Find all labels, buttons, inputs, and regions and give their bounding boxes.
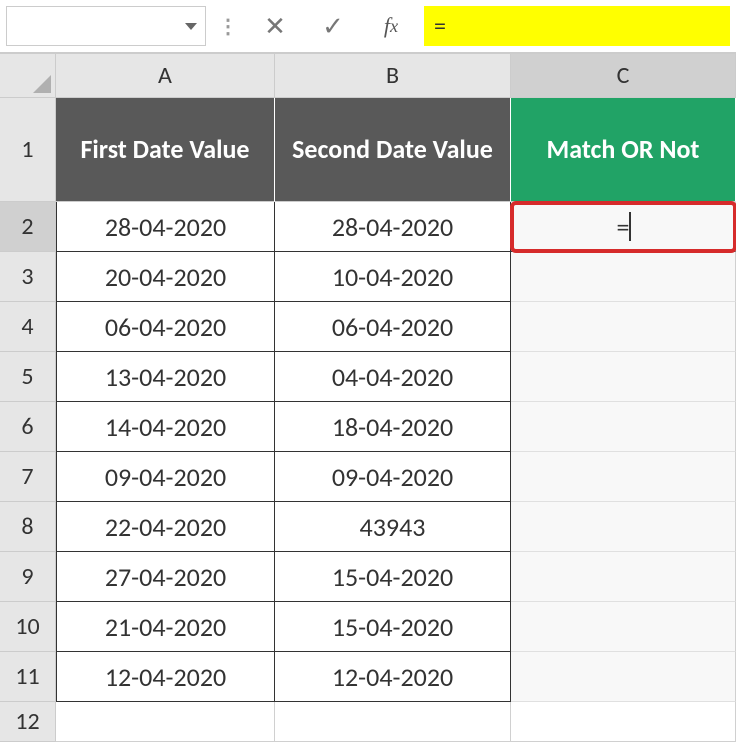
cell-c12[interactable] xyxy=(511,702,736,742)
header-cell-b[interactable]: Second Date Value xyxy=(275,98,511,202)
cell-b10[interactable]: 15-04-2020 xyxy=(275,602,511,652)
cell-a4[interactable]: 06-04-2020 xyxy=(56,302,275,352)
column-header-b[interactable]: B xyxy=(275,54,511,98)
cell-b11[interactable]: 12-04-2020 xyxy=(275,652,511,702)
cell-a3[interactable]: 20-04-2020 xyxy=(56,252,275,302)
cell-a6[interactable]: 14-04-2020 xyxy=(56,402,275,452)
select-all-corner[interactable] xyxy=(0,54,56,98)
cell-b5[interactable]: 04-04-2020 xyxy=(275,352,511,402)
cell-a10[interactable]: 21-04-2020 xyxy=(56,602,275,652)
cell-c10[interactable] xyxy=(511,602,736,652)
cell-b7[interactable]: 09-04-2020 xyxy=(275,452,511,502)
cell-c11[interactable] xyxy=(511,652,736,702)
fx-button[interactable]: fx xyxy=(366,6,416,46)
cancel-button[interactable]: ✕ xyxy=(250,6,300,46)
cell-b3[interactable]: 10-04-2020 xyxy=(275,252,511,302)
row-header-1[interactable]: 1 xyxy=(0,98,56,202)
cell-c8[interactable] xyxy=(511,502,736,552)
row-header-11[interactable]: 11 xyxy=(0,652,56,702)
name-box[interactable] xyxy=(6,6,206,46)
enter-button[interactable]: ✓ xyxy=(308,6,358,46)
row-header-6[interactable]: 6 xyxy=(0,402,56,452)
cell-a5[interactable]: 13-04-2020 xyxy=(56,352,275,402)
cell-c3[interactable] xyxy=(511,252,736,302)
row-header-10[interactable]: 10 xyxy=(0,602,56,652)
cell-b12[interactable] xyxy=(275,702,511,742)
cell-c7[interactable] xyxy=(511,452,736,502)
cell-c2[interactable]: = xyxy=(511,202,736,252)
cell-c6[interactable] xyxy=(511,402,736,452)
chevron-down-icon[interactable] xyxy=(185,23,197,30)
formula-bar: ⋮ ✕ ✓ fx = xyxy=(0,0,736,54)
row-header-4[interactable]: 4 xyxy=(0,302,56,352)
cell-b4[interactable]: 06-04-2020 xyxy=(275,302,511,352)
cell-b8[interactable]: 43943 xyxy=(275,502,511,552)
column-header-a[interactable]: A xyxy=(56,54,275,98)
cell-a12[interactable] xyxy=(56,702,275,742)
row-header-12[interactable]: 12 xyxy=(0,702,56,742)
cell-c9[interactable] xyxy=(511,552,736,602)
cell-c4[interactable] xyxy=(511,302,736,352)
row-header-7[interactable]: 7 xyxy=(0,452,56,502)
header-cell-c[interactable]: Match OR Not xyxy=(511,98,736,202)
spreadsheet-grid: A B C 1 First Date Value Second Date Val… xyxy=(0,54,736,742)
cell-a8[interactable]: 22-04-2020 xyxy=(56,502,275,552)
header-cell-a[interactable]: First Date Value xyxy=(56,98,275,202)
cell-a9[interactable]: 27-04-2020 xyxy=(56,552,275,602)
cell-b2[interactable]: 28-04-2020 xyxy=(275,202,511,252)
cell-c5[interactable] xyxy=(511,352,736,402)
row-header-3[interactable]: 3 xyxy=(0,252,56,302)
cell-a2[interactable]: 28-04-2020 xyxy=(56,202,275,252)
cell-b6[interactable]: 18-04-2020 xyxy=(275,402,511,452)
cell-a11[interactable]: 12-04-2020 xyxy=(56,652,275,702)
row-header-9[interactable]: 9 xyxy=(0,552,56,602)
column-header-c[interactable]: C xyxy=(511,54,736,98)
row-header-2[interactable]: 2 xyxy=(0,202,56,252)
row-header-8[interactable]: 8 xyxy=(0,502,56,552)
row-header-5[interactable]: 5 xyxy=(0,352,56,402)
separator-icon: ⋮ xyxy=(214,14,242,39)
formula-input[interactable]: = xyxy=(424,6,730,46)
cell-a7[interactable]: 09-04-2020 xyxy=(56,452,275,502)
cell-b9[interactable]: 15-04-2020 xyxy=(275,552,511,602)
